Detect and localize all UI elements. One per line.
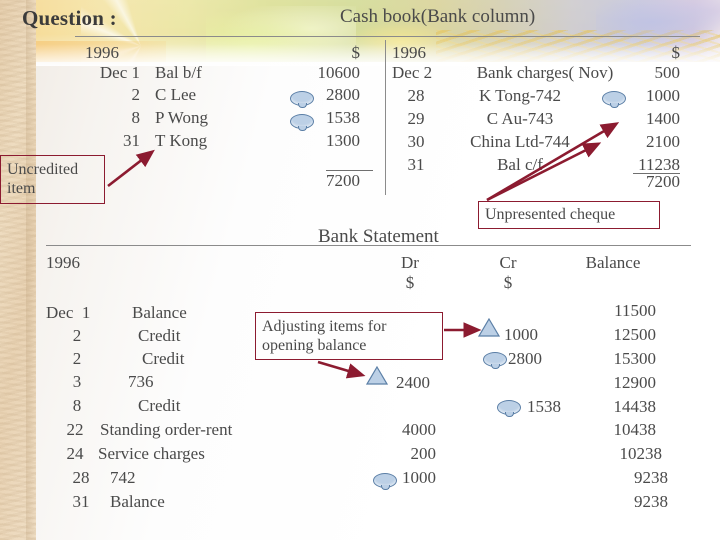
cashbook-right-date: 28	[407, 86, 425, 105]
cashbook-left-amount: 1538	[326, 108, 360, 127]
statement-date: 22	[66, 420, 84, 439]
cashbook-left-date: 31	[123, 131, 140, 150]
cashbook-left-year: 1996	[85, 43, 119, 62]
cashbook-right-amount-header: $	[671, 43, 681, 62]
column-unit-dr: $	[405, 273, 415, 292]
cashbook-right-total: 7200	[646, 172, 680, 191]
cashbook-left-total: 7200	[326, 171, 360, 190]
statement-date: 3	[72, 372, 82, 391]
statement-detail: Balance	[110, 492, 165, 511]
statement-date: 8	[72, 396, 82, 415]
statement-balance: 15300	[613, 349, 657, 368]
bankstatement-year: 1996	[46, 253, 80, 272]
statement-balance: 10438	[613, 420, 657, 439]
cashbook-right-date: 29	[407, 109, 425, 128]
column-unit-cr: $	[503, 273, 513, 292]
cashbook-top-rule	[75, 36, 700, 37]
statement-balance: 12500	[613, 325, 657, 344]
cashbook-right-amount: 500	[654, 63, 681, 82]
page-title: Question :	[22, 6, 117, 30]
cashbook-right-detail: C Au-743	[486, 109, 554, 128]
cashbook-right-detail: China Ltd-744	[470, 132, 570, 151]
cashbook-left-detail: Bal b/f	[155, 63, 202, 82]
callout-unpresented-text: Unpresented cheque	[485, 206, 616, 223]
decorative-left-strip	[0, 0, 36, 540]
column-header-cr: Cr	[499, 253, 517, 272]
column-header-balance: Balance	[585, 253, 641, 272]
cashbook-left-amount: 1300	[326, 131, 360, 150]
bankstatement-top-rule	[46, 245, 691, 246]
statement-cr: 1538	[527, 397, 561, 416]
statement-detail: 742	[110, 468, 136, 487]
statement-date: 31	[72, 492, 90, 511]
statement-detail: Credit	[138, 396, 181, 415]
statement-detail: Standing order-rent	[100, 420, 233, 439]
callout-adjusting-text: Adjusting items for opening balance	[262, 318, 387, 354]
cashbook-left-detail: P Wong	[155, 108, 208, 127]
statement-balance: 14438	[613, 397, 657, 416]
cashbook-right-amount: 1000	[646, 86, 680, 105]
statement-date: 24	[66, 444, 84, 463]
slide-canvas: Question : Cash book(Bank column) 1996 $…	[0, 0, 720, 540]
callout-adjusting-items: Adjusting items for opening balance	[255, 312, 443, 360]
cashbook-right-detail: Bank charges( Nov)	[476, 63, 614, 82]
statement-cr: 1000	[504, 325, 538, 344]
cashbook-center-divider	[385, 40, 386, 195]
statement-balance: 10238	[619, 444, 663, 463]
cashbook-right-detail: K Tong-742	[478, 86, 562, 105]
statement-date: 28	[72, 468, 90, 487]
cashbook-left-detail: C Lee	[155, 85, 197, 104]
cashbook-title: Cash book(Bank column)	[340, 6, 536, 27]
arrow-adjusting-2	[317, 360, 366, 379]
cashbook-left-date: 8	[131, 108, 141, 127]
cashbook-right-detail: Bal c/f	[497, 155, 543, 174]
cashbook-left-detail: T Kong	[155, 131, 208, 150]
statement-date: 2	[72, 326, 82, 345]
arrow-uncredited	[107, 149, 155, 188]
statement-detail: Service charges	[98, 444, 205, 463]
cashbook-right-amount: 2100	[646, 132, 680, 151]
statement-date: 2	[72, 349, 82, 368]
oval-marker-icon	[497, 400, 521, 417]
cashbook-left-amount: 10600	[317, 63, 361, 82]
column-header-dr: Dr	[401, 253, 419, 272]
statement-dr: 4000	[402, 420, 436, 439]
cashbook-left-date: Dec 1	[99, 63, 140, 82]
cashbook-right-amount: 1400	[646, 109, 680, 128]
cashbook-right-year: 1996	[392, 43, 426, 62]
oval-marker-icon	[483, 352, 507, 369]
statement-date: Dec 1	[46, 303, 91, 322]
statement-detail: Balance	[132, 303, 187, 322]
cashbook-right-date: 31	[407, 155, 425, 174]
statement-detail: 736	[128, 372, 154, 391]
cashbook-left-amount: 2800	[326, 85, 360, 104]
statement-detail: Credit	[138, 326, 181, 345]
statement-balance: 9238	[634, 492, 668, 511]
statement-detail: Credit	[142, 349, 185, 368]
cashbook-left-amount-header: $	[351, 43, 361, 62]
statement-balance: 11500	[614, 301, 656, 320]
statement-balance: 9238	[634, 468, 668, 487]
statement-dr: 1000	[402, 468, 436, 487]
cashbook-left-date: 2	[131, 85, 141, 104]
statement-dr: 2400	[396, 373, 430, 392]
callout-unpresented-cheque: Unpresented cheque	[478, 201, 660, 229]
statement-balance: 12900	[613, 373, 657, 392]
statement-dr: 200	[410, 444, 437, 463]
cashbook-right-date: Dec 2	[392, 63, 433, 82]
callout-uncredited-text: Uncredited item	[7, 161, 79, 197]
statement-cr: 2800	[508, 349, 542, 368]
callout-uncredited-item: Uncredited item	[0, 155, 105, 204]
cashbook-right-date: 30	[407, 132, 425, 151]
